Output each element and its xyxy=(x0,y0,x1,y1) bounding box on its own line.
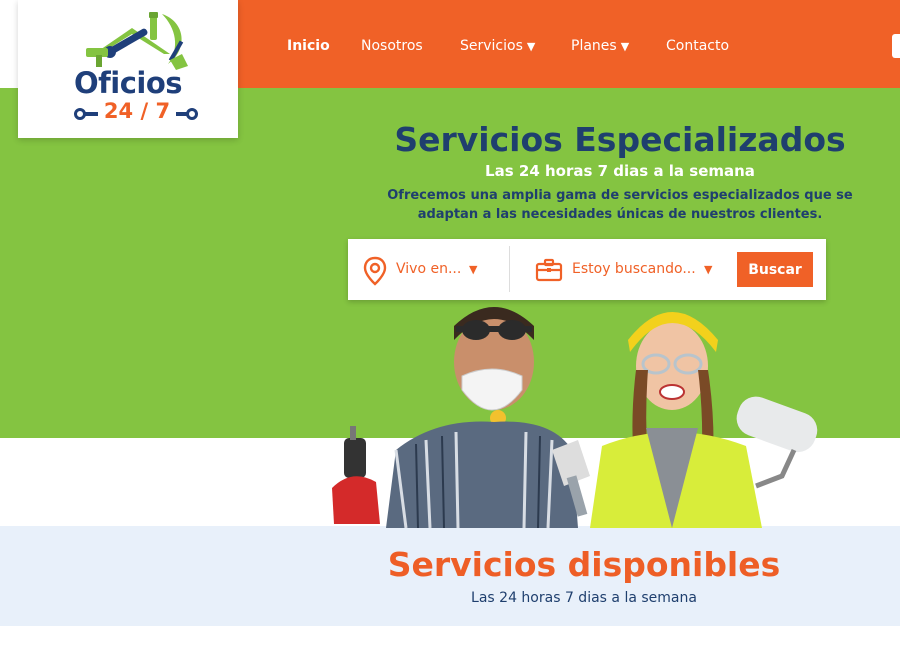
nav-contacto[interactable]: Contacto xyxy=(666,38,729,54)
hero-subtitle: Las 24 horas 7 dias a la semana xyxy=(485,162,755,180)
service-select-value: Estoy buscando... xyxy=(572,261,696,277)
services-subtitle: Las 24 horas 7 dias a la semana xyxy=(471,590,697,606)
search-button[interactable]: Buscar xyxy=(737,252,813,287)
caret-down-icon: ▼ xyxy=(704,263,713,276)
location-select[interactable]: Vivo en... ▼ xyxy=(348,239,510,300)
brand-tagline: 24 / 7 xyxy=(103,99,171,123)
nav-planes-label: Planes xyxy=(571,38,617,54)
nav-inicio[interactable]: Inicio xyxy=(287,38,330,54)
nav-servicios[interactable]: Servicios ▼ xyxy=(460,38,535,54)
services-title: Servicios disponibles xyxy=(387,545,781,584)
hero-title: Servicios Especializados xyxy=(394,120,846,159)
workers-illustration xyxy=(332,307,818,528)
search-bar: Vivo en... ▼ Estoy buscando... ▼ Buscar xyxy=(348,239,826,300)
location-select-value: Vivo en... xyxy=(396,261,462,277)
logo-dot-right xyxy=(186,108,198,120)
location-pin-icon xyxy=(363,256,387,286)
nav-servicios-label: Servicios xyxy=(460,38,523,54)
tools-logo-icon xyxy=(86,12,188,70)
caret-down-icon: ▼ xyxy=(469,263,478,276)
caret-down-icon: ▼ xyxy=(526,40,536,53)
hero-description: Ofrecemos una amplia gama de servicios e… xyxy=(387,188,853,222)
service-select[interactable]: Estoy buscando... ▼ xyxy=(511,239,721,300)
top-nav: Inicio Nosotros Servicios ▼ Planes ▼ Conta… xyxy=(238,0,900,88)
search-divider xyxy=(509,246,510,292)
brand-name: Oficios xyxy=(73,66,183,100)
logo[interactable]: Oficios 24 / 7 xyxy=(18,0,238,138)
brand-tagline-wrap: 24 / 7 xyxy=(74,99,200,126)
caret-down-icon: ▼ xyxy=(620,40,630,53)
page: Inicio Nosotros Servicios ▼ Planes ▼ Conta… xyxy=(0,0,900,650)
nav-planes[interactable]: Planes ▼ xyxy=(571,38,629,54)
search-input-edge[interactable] xyxy=(892,34,900,58)
nav-nosotros[interactable]: Nosotros xyxy=(361,38,423,54)
briefcase-icon xyxy=(535,258,563,282)
